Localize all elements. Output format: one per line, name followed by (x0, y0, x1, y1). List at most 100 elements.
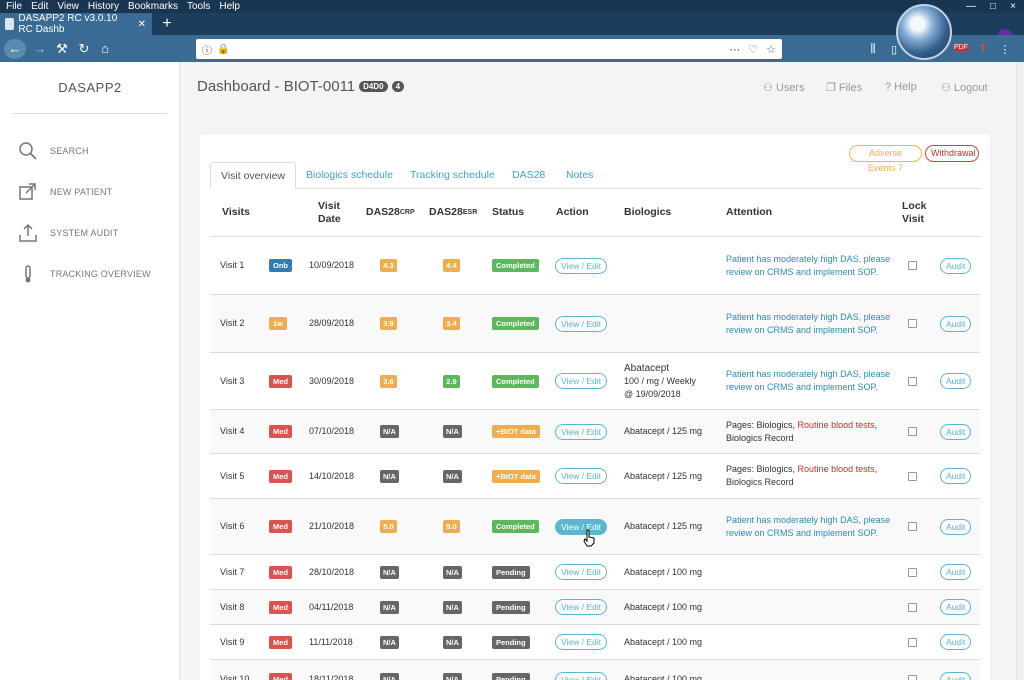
sidebar-item-system-audit[interactable]: SYSTEM AUDIT (18, 221, 118, 245)
view-edit-button[interactable]: View / Edit (555, 257, 608, 274)
tab-tracking-schedule[interactable]: Tracking schedule (410, 162, 495, 189)
table-row: Visit 10 Med 18/11/2018 N/A N/A Pending … (210, 659, 980, 680)
attention-link-red[interactable]: Routine blood tests (798, 464, 875, 474)
lock-visit-checkbox[interactable] (908, 675, 917, 680)
nav-users-label: Users (775, 81, 805, 94)
das28-crp-value: 3.6 (380, 374, 397, 388)
new-tab-button[interactable]: + (158, 14, 176, 34)
lock-visit-checkbox[interactable] (908, 376, 917, 386)
menu-view[interactable]: View (57, 1, 79, 12)
menu-tools[interactable]: Tools (187, 1, 210, 12)
sidebar-item-search[interactable]: SEARCH (18, 139, 89, 163)
globe-logo-icon (896, 4, 952, 60)
view-edit-button[interactable]: View / Edit (555, 564, 608, 580)
view-edit-button[interactable]: View / Edit (555, 373, 608, 389)
visit-date: 11/11/2018 (309, 636, 353, 647)
files-icon: ❐ (826, 82, 836, 94)
tab-visit-overview[interactable]: Visit overview (210, 162, 296, 189)
audit-button[interactable]: Audit (940, 257, 972, 274)
adverse-events-button[interactable]: Adverse Events 7 (849, 145, 922, 173)
t-extension-icon[interactable]: T (976, 43, 990, 55)
tab-notes[interactable]: Notes (566, 162, 593, 189)
lock-visit-checkbox[interactable] (908, 637, 917, 647)
lock-visit-checkbox[interactable] (908, 602, 917, 612)
bookmark-star-icon[interactable]: ☆ (766, 43, 776, 56)
nav-files[interactable]: ❐ Files (826, 81, 862, 95)
page-actions-icon[interactable]: ⋯ (729, 43, 740, 56)
view-edit-button[interactable]: View / Edit (555, 315, 608, 332)
audit-button[interactable]: Audit (940, 315, 972, 332)
attention-message[interactable]: Patient has moderately high DAS, please r… (726, 514, 890, 540)
nav-help[interactable]: ? Help (885, 81, 917, 93)
page-scrollbar[interactable] (1016, 62, 1024, 680)
nav-users[interactable]: ⚇ Users (763, 81, 805, 95)
forward-button[interactable]: → (30, 39, 50, 59)
menu-bookmarks[interactable]: Bookmarks (128, 1, 178, 12)
tab-biologics-schedule[interactable]: Biologics schedule (306, 162, 393, 189)
view-edit-button[interactable]: View / Edit (555, 599, 608, 615)
visit-type-badge: Med (269, 469, 292, 483)
home-button[interactable]: ⌂ (95, 39, 115, 59)
back-button[interactable]: ← (4, 39, 26, 59)
lock-visit-checkbox[interactable] (908, 261, 917, 270)
audit-button[interactable]: Audit (940, 373, 972, 389)
audit-button[interactable]: Audit (940, 423, 972, 440)
reload-button[interactable]: ↻ (74, 39, 94, 59)
audit-button[interactable]: Audit (940, 671, 972, 680)
tab-das28[interactable]: DAS28 (512, 162, 545, 189)
nav-logout[interactable]: ⚇ Logout (941, 81, 988, 95)
view-edit-button[interactable]: View / Edit (555, 671, 608, 680)
lock-visit-checkbox[interactable] (908, 427, 917, 436)
audit-button[interactable]: Audit (940, 634, 972, 650)
pocket-icon[interactable]: ♡ (748, 43, 758, 56)
lock-visit-checkbox[interactable] (908, 319, 917, 328)
library-icon[interactable]: ⫼ (866, 43, 880, 56)
col-status: Status (492, 206, 525, 218)
menu-file[interactable]: File (6, 1, 22, 12)
pdf-icon[interactable]: PDF (954, 44, 968, 51)
tab-close-icon[interactable]: ✕ (138, 19, 146, 30)
menu-edit[interactable]: Edit (31, 1, 48, 12)
close-window-button[interactable]: × (1002, 0, 1024, 13)
col-lock-visit: Lock Visit (902, 189, 927, 236)
menu-history[interactable]: History (88, 1, 119, 12)
info-icon[interactable]: ⓘ (202, 42, 212, 57)
view-edit-button[interactable]: View / Edit (555, 634, 608, 650)
app: DASAPP2 SEARCH NEW PATIENT SYSTEM AUDIT … (0, 62, 1024, 680)
browser-tab[interactable]: DASAPP2 RC v3.0.10 RC Dashb ✕ (0, 13, 152, 35)
brand-title: DASAPP2 (58, 80, 122, 95)
status-badge: Completed (492, 259, 539, 272)
attention-message[interactable]: Patient has moderately high DAS, please r… (726, 368, 890, 394)
attention-link-red[interactable]: Routine blood tests (798, 420, 875, 430)
view-edit-button[interactable]: View / Edit (555, 423, 608, 440)
lock-visit-checkbox[interactable] (908, 471, 917, 481)
lock-visit-checkbox[interactable] (908, 522, 917, 531)
attention-message[interactable]: Patient has moderately high DAS, please r… (726, 311, 890, 337)
menu-help[interactable]: Help (219, 1, 240, 12)
lock-visit-checkbox[interactable] (908, 567, 917, 577)
audit-button[interactable]: Audit (940, 468, 972, 484)
maximize-button[interactable]: □ (982, 0, 1004, 13)
minimize-button[interactable]: — (960, 0, 982, 13)
attention-tail: , (874, 464, 878, 474)
wrench-icon[interactable]: ⚒ (52, 39, 72, 59)
visit-type-badge: Med (269, 600, 292, 614)
visit-label: Visit 1 (220, 260, 245, 270)
col-lock-line1: Lock (902, 199, 927, 212)
col-visit-date-line2: Date (318, 212, 341, 225)
sidebar-item-tracking-overview[interactable]: TRACKING OVERVIEW (18, 262, 151, 286)
view-edit-button[interactable]: View / Edit (555, 518, 608, 535)
audit-button[interactable]: Audit (940, 564, 972, 580)
audit-button[interactable]: Audit (940, 599, 972, 615)
attention-message[interactable]: Patient has moderately high DAS, please r… (726, 253, 890, 279)
url-bar[interactable]: ⓘ 🔒 ⋯ ♡ ☆ (196, 39, 782, 59)
visit-type-badge: Onb (269, 259, 292, 272)
audit-button[interactable]: Audit (940, 518, 972, 535)
col-biologics: Biologics (624, 206, 672, 218)
withdrawal-button[interactable]: Withdrawal (925, 145, 979, 162)
view-edit-button[interactable]: View / Edit (555, 468, 608, 484)
overflow-menu-icon[interactable]: ⋮ (998, 43, 1012, 56)
sidebar-item-new-patient[interactable]: NEW PATIENT (18, 180, 112, 204)
visit-type-badge: Med (269, 673, 292, 680)
visit-label: Visit 2 (220, 318, 245, 328)
